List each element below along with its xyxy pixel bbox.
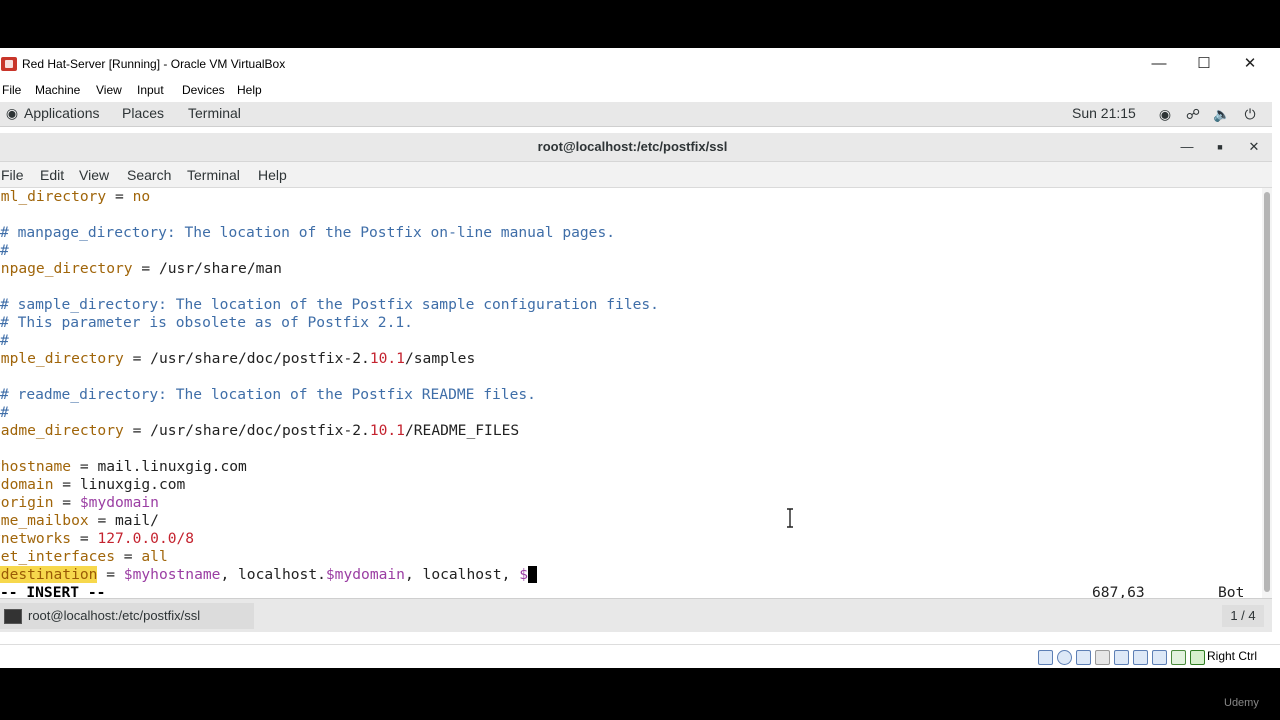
audio-icon[interactable] (1076, 650, 1091, 665)
insert-mode-indicator: -- INSERT -- (0, 584, 106, 598)
comment-line: # sample_directory: The location of the … (0, 296, 659, 313)
terminal-menubar: File Edit View Search Terminal Help (0, 162, 1272, 188)
virtualbox-titlebar[interactable]: Red Hat-Server [Running] - Oracle VM Vir… (0, 48, 1280, 80)
network-icon[interactable]: ☍ (1185, 106, 1201, 122)
volume-icon[interactable]: 🔈 (1213, 106, 1230, 122)
terminal-titlebar[interactable]: root@localhost:/etc/postfix/ssl — ■ ✕ (0, 133, 1272, 162)
terminal-minimize-icon[interactable]: — (1176, 137, 1198, 157)
config-line: ome_mailbox = mail/ (0, 512, 159, 529)
udemy-watermark: Udemy (1224, 697, 1259, 709)
config-line: ydestination = $myhostname, localhost.$m… (0, 566, 537, 584)
virtualbox-app-icon (1, 57, 17, 71)
mouse-integration-icon[interactable] (1190, 650, 1205, 665)
places-menu[interactable]: Places (122, 105, 164, 121)
config-line: eadme_directory = /usr/share/doc/postfix… (0, 422, 520, 439)
mouse-ibeam-icon (787, 508, 793, 528)
menu-view[interactable]: View (96, 83, 122, 97)
taskbar-terminal-item[interactable]: root@localhost:/etc/postfix/ssl (0, 603, 254, 629)
network-adapter-icon[interactable] (1095, 650, 1110, 665)
virtualbox-status-bar: Right Ctrl (0, 644, 1280, 668)
terminal-menu-terminal[interactable]: Terminal (187, 167, 240, 183)
close-icon[interactable]: ✕ (1227, 52, 1273, 76)
config-line: ydomain = linuxgig.com (0, 476, 186, 493)
terminal-menu-search[interactable]: Search (127, 167, 171, 183)
config-line: tml_directory = no (0, 188, 151, 205)
gnome-top-bar: ◉ Applications Places Terminal Sun 21:15… (0, 102, 1272, 127)
virtualbox-window: Red Hat-Server [Running] - Oracle VM Vir… (0, 48, 1280, 668)
cursor-position: 687,63 (1092, 584, 1145, 598)
maximize-icon[interactable]: ☐ (1181, 52, 1227, 76)
terminal-text-area[interactable]: tml_directory = no # manpage_directory: … (0, 188, 1262, 598)
terminal-menu-file[interactable]: File (1, 167, 24, 183)
workspace-indicator[interactable]: 1 / 4 (1222, 605, 1264, 627)
display-icon[interactable] (1152, 650, 1167, 665)
window-title: Red Hat-Server [Running] - Oracle VM Vir… (22, 57, 286, 71)
menu-devices[interactable]: Devices (182, 83, 225, 97)
terminal-menu-help[interactable]: Help (258, 167, 287, 183)
host-key-label[interactable]: Right Ctrl (1207, 649, 1257, 663)
search-highlight: ydestination (0, 566, 98, 583)
minimize-icon[interactable]: — (1136, 52, 1182, 76)
terminal-app-menu[interactable]: Terminal (188, 105, 241, 121)
config-line: yorigin = $mydomain (0, 494, 159, 511)
terminal-menu-view[interactable]: View (79, 167, 109, 183)
shared-folders-icon[interactable] (1133, 650, 1148, 665)
config-line: yhostname = mail.linuxgig.com (0, 458, 247, 475)
menu-file[interactable]: File (2, 83, 21, 97)
power-icon[interactable]: ⏻ (1242, 106, 1258, 122)
config-line: net_interfaces = all (0, 548, 168, 565)
menu-help[interactable]: Help (237, 83, 262, 97)
scroll-position: Bot (1218, 584, 1245, 598)
video-capture-icon[interactable] (1171, 650, 1186, 665)
terminal-close-icon[interactable]: ✕ (1243, 137, 1265, 157)
comment-line: # readme_directory: The location of the … (0, 386, 536, 403)
config-line: anpage_directory = /usr/share/man (0, 260, 282, 277)
clock[interactable]: Sun 21:15 (1072, 105, 1136, 121)
config-line: ynetworks = 127.0.0.0/8 (0, 530, 195, 547)
optical-drive-icon[interactable] (1057, 650, 1072, 665)
menu-machine[interactable]: Machine (35, 83, 80, 97)
gnome-window-list: root@localhost:/etc/postfix/ssl 1 / 4 (0, 598, 1272, 633)
virtualbox-menubar: File Machine View Input Devices Help (0, 80, 1280, 102)
usb-icon[interactable] (1114, 650, 1129, 665)
comment-line: # (0, 242, 9, 259)
text-cursor (528, 566, 537, 583)
accessibility-icon[interactable]: ◉ (1157, 106, 1173, 122)
comment-line: # manpage_directory: The location of the… (0, 224, 616, 241)
applications-menu[interactable]: Applications (24, 105, 100, 121)
terminal-scrollbar-thumb[interactable] (1264, 192, 1270, 592)
comment-line: # (0, 332, 9, 349)
terminal-title: root@localhost:/etc/postfix/ssl (537, 139, 728, 154)
guest-screen: ◉ Applications Places Terminal Sun 21:15… (0, 102, 1272, 668)
terminal-menu-edit[interactable]: Edit (40, 167, 64, 183)
terminal-maximize-icon[interactable]: ■ (1209, 137, 1231, 157)
taskbar-item-label: root@localhost:/etc/postfix/ssl (28, 608, 201, 623)
menu-input[interactable]: Input (137, 83, 164, 97)
comment-line: # (0, 404, 9, 421)
config-line: ample_directory = /usr/share/doc/postfix… (0, 350, 476, 367)
hard-disk-icon[interactable] (1038, 650, 1053, 665)
terminal-icon (4, 609, 22, 624)
applications-icon[interactable]: ◉ (4, 105, 20, 122)
comment-line: # This parameter is obsolete as of Postf… (0, 314, 413, 331)
